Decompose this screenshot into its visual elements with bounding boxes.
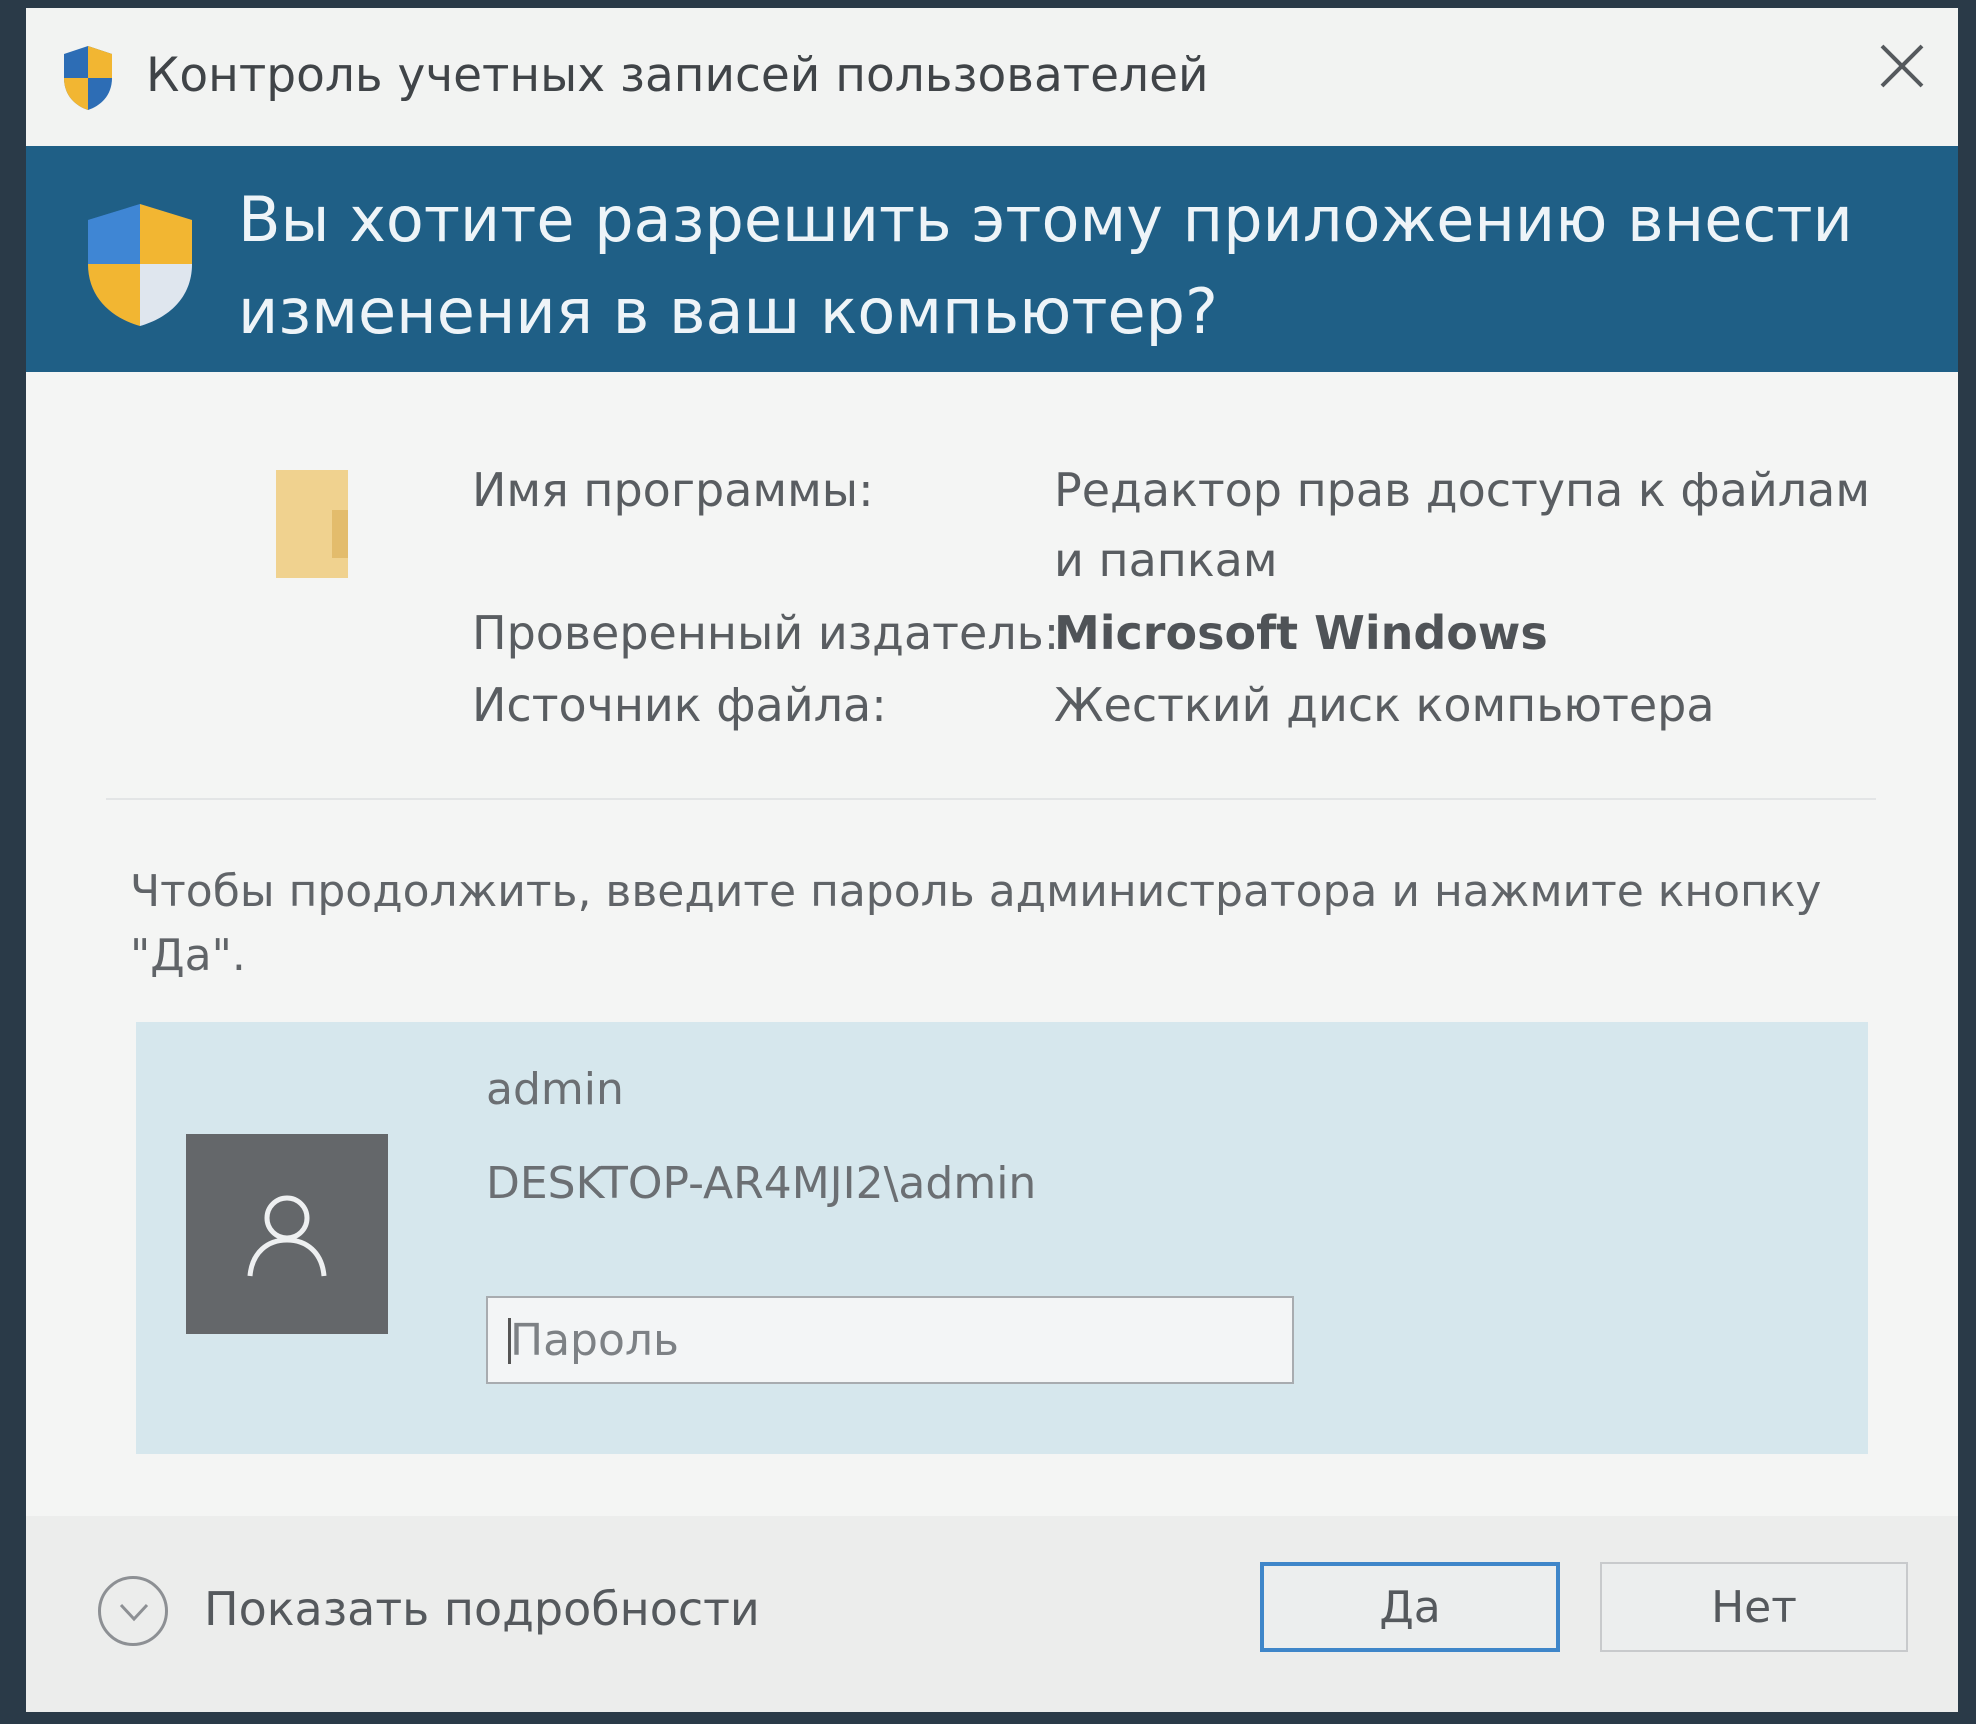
publisher-label: Проверенный издатель: — [472, 606, 1060, 660]
file-source-value: Жесткий диск компьютера — [1054, 678, 1715, 732]
user-icon — [247, 1195, 327, 1277]
account-name: admin — [486, 1064, 624, 1115]
program-icon — [276, 470, 348, 578]
admin-prompt: Чтобы продолжить, введите пароль админис… — [130, 866, 1822, 981]
title-bar: Контроль учетных записей пользователей — [26, 8, 1958, 146]
close-button[interactable] — [1864, 28, 1940, 104]
uac-shield-icon — [64, 46, 112, 110]
publisher-value: Microsoft Windows — [1054, 606, 1548, 660]
account-domain-user: DESKTOP-AR4MJI2\admin — [486, 1158, 1037, 1209]
window-title: Контроль учетных записей пользователей — [146, 48, 1209, 103]
uac-question: Вы хотите разрешить этому приложению вне… — [238, 183, 1853, 348]
password-field[interactable] — [486, 1296, 1294, 1384]
program-name-label: Имя программы: — [472, 463, 874, 517]
program-name-value: Редактор прав доступа к файлам и папкам — [1054, 463, 1871, 587]
file-source-label: Источник файла: — [472, 678, 887, 732]
avatar — [186, 1134, 388, 1334]
show-details-label: Показать подробности — [204, 1582, 760, 1636]
account-panel — [136, 1022, 1868, 1454]
show-details-toggle[interactable]: Показать подробности — [98, 1576, 778, 1672]
divider — [106, 798, 1876, 800]
no-button[interactable]: Нет — [1600, 1562, 1908, 1652]
text-caret — [508, 1318, 511, 1364]
uac-dialog: Контроль учетных записей пользователей В… — [26, 8, 1958, 1712]
yes-button[interactable]: Да — [1260, 1562, 1560, 1652]
close-icon — [1880, 44, 1924, 88]
question-banner: Вы хотите разрешить этому приложению вне… — [26, 146, 1958, 372]
chevron-down-icon — [98, 1576, 168, 1646]
uac-shield-icon — [88, 204, 192, 326]
